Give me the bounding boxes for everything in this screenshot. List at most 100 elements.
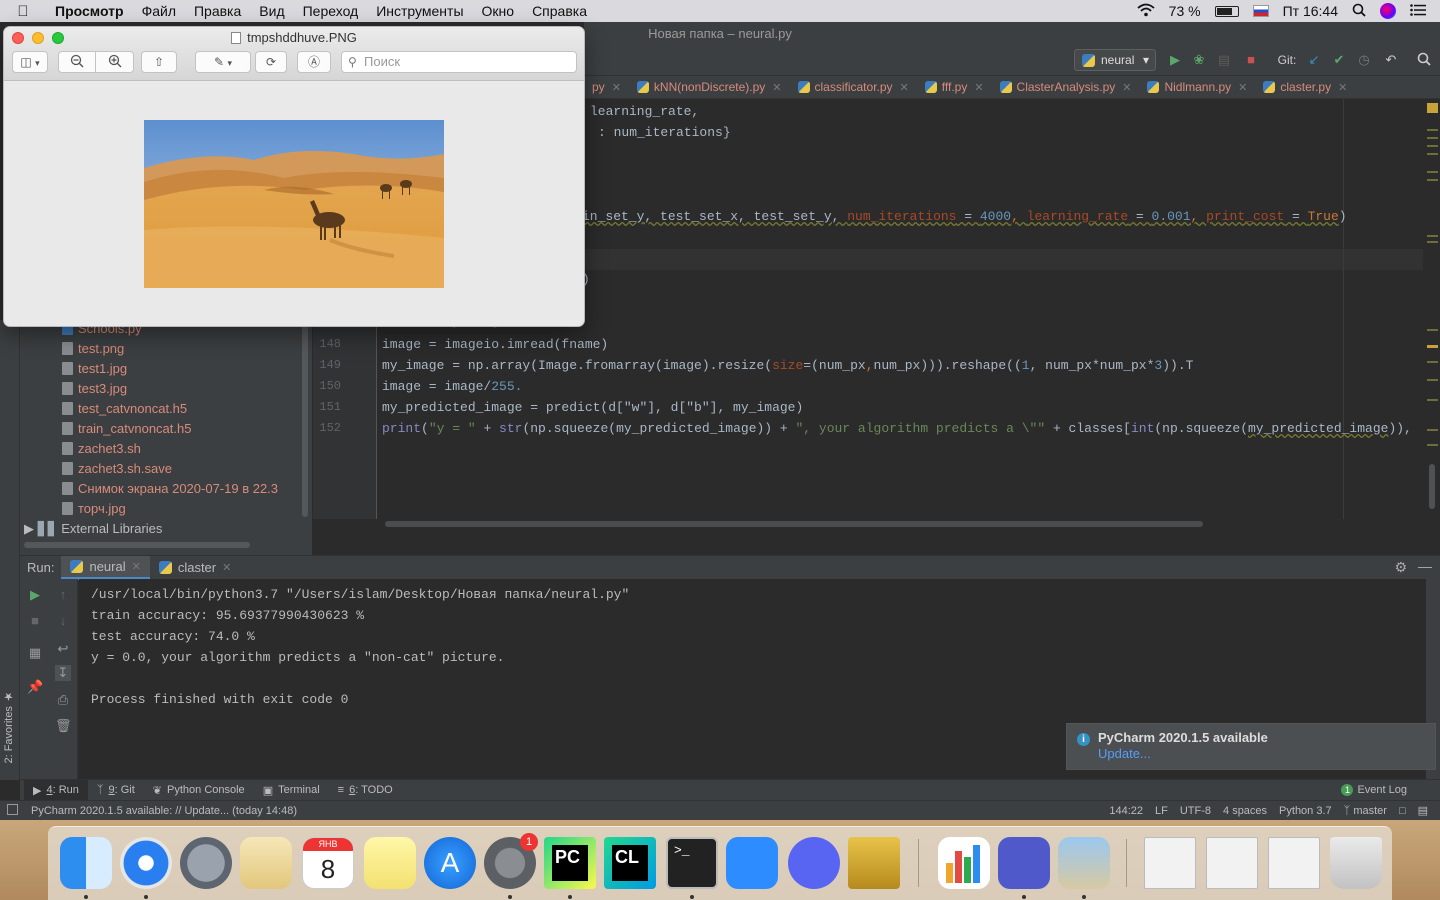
tab-classificator[interactable]: classificator.py ✕: [790, 76, 917, 98]
menu-window[interactable]: Окно: [473, 3, 524, 19]
marker[interactable]: [1427, 379, 1438, 381]
marker[interactable]: [1427, 241, 1438, 243]
run-icon[interactable]: ▶: [1167, 52, 1183, 68]
marker[interactable]: [1427, 361, 1438, 363]
close-icon[interactable]: ✕: [222, 561, 231, 574]
safari-icon[interactable]: [120, 837, 172, 889]
battery-percent[interactable]: 73 %: [1169, 3, 1201, 19]
menu-tools[interactable]: Инструменты: [367, 3, 472, 19]
update-link[interactable]: Update...: [1098, 746, 1435, 761]
chevron-right-icon[interactable]: ▶: [24, 521, 34, 536]
tree-item-external-libraries[interactable]: ▶ ▋▋ External Libraries: [24, 521, 162, 537]
clion-icon[interactable]: CL: [604, 837, 656, 889]
zoom-out-button[interactable]: [58, 51, 96, 73]
menu-go[interactable]: Переход: [294, 3, 368, 19]
stop-icon[interactable]: ■: [1243, 52, 1259, 68]
marker[interactable]: [1427, 129, 1438, 131]
wifi-icon[interactable]: [1137, 3, 1155, 20]
document-stack-icon[interactable]: [1206, 837, 1258, 889]
input-source-flag-icon[interactable]: [1252, 5, 1269, 17]
rotate-button[interactable]: ⟳: [255, 51, 287, 73]
tool-window-todo[interactable]: ≡ 6: TODO: [329, 780, 402, 801]
tree-item[interactable]: zachet3.sh: [62, 441, 141, 456]
trash-icon[interactable]: 🗑: [55, 718, 72, 734]
archive-utility-icon[interactable]: [848, 837, 900, 889]
run-tab-neural[interactable]: neural ✕: [61, 555, 150, 580]
calendar-icon[interactable]: ЯНВ 8: [302, 837, 354, 889]
line-separator[interactable]: LF: [1155, 805, 1168, 817]
pin-icon[interactable]: 📌: [27, 679, 43, 695]
marker[interactable]: [1427, 137, 1438, 139]
preview-app-icon[interactable]: [1058, 837, 1110, 889]
minimize-icon[interactable]: —: [1418, 558, 1432, 574]
indent-setting[interactable]: 4 spaces: [1223, 805, 1267, 817]
scroll-up-icon[interactable]: ↑: [55, 587, 71, 603]
discord-icon[interactable]: [788, 837, 840, 889]
marker[interactable]: [1427, 429, 1438, 431]
layout-icon[interactable]: ▦: [27, 645, 43, 661]
marker[interactable]: [1427, 179, 1438, 181]
warning-marker[interactable]: [1427, 103, 1438, 113]
clock[interactable]: Пт 16:44: [1283, 3, 1338, 19]
menu-app[interactable]: Просмотр: [46, 3, 133, 19]
numbers-icon[interactable]: [938, 837, 990, 889]
run-tab-claster[interactable]: claster ✕: [150, 556, 241, 580]
menu-edit[interactable]: Правка: [185, 3, 250, 19]
tree-item[interactable]: zachet3.sh.save: [62, 461, 172, 476]
document-stack-icon[interactable]: [1268, 837, 1320, 889]
memory-indicator-icon[interactable]: ▤: [1418, 804, 1428, 817]
marker[interactable]: [1427, 399, 1438, 401]
caret-position[interactable]: 144:22: [1109, 805, 1143, 817]
battery-icon[interactable]: [1214, 5, 1239, 17]
zoom-in-button[interactable]: [96, 51, 134, 73]
share-button[interactable]: ⇧: [141, 51, 177, 73]
launchpad-icon[interactable]: [180, 837, 232, 889]
close-icon[interactable]: ✕: [974, 81, 983, 94]
tool-window-run[interactable]: ▶ 4: Run: [24, 779, 88, 801]
markup-toolbar-button[interactable]: Ⓐ: [297, 51, 331, 73]
favorites-tool-button[interactable]: 2: Favorites ★: [2, 690, 15, 764]
git-commit-icon[interactable]: ✔: [1331, 52, 1347, 68]
trash-icon[interactable]: [1330, 837, 1382, 889]
marker[interactable]: [1427, 171, 1438, 173]
python-interpreter[interactable]: Python 3.7: [1279, 805, 1332, 817]
error-stripe[interactable]: [1425, 99, 1440, 519]
pages-icon[interactable]: [240, 837, 292, 889]
scroll-down-icon[interactable]: ↓: [55, 613, 71, 629]
marker[interactable]: [1427, 235, 1438, 237]
rerun-icon[interactable]: ▶: [27, 587, 43, 603]
close-icon[interactable]: ✕: [900, 81, 909, 94]
editor-horizontal-scrollbar[interactable]: [385, 521, 1203, 527]
close-icon[interactable]: ✕: [1122, 81, 1131, 94]
status-message[interactable]: PyCharm 2020.1.5 available: // Update...…: [31, 805, 1109, 817]
gear-icon[interactable]: ⚙: [1394, 559, 1407, 576]
close-icon[interactable]: ✕: [612, 81, 621, 94]
run-configuration-select[interactable]: neural ▾: [1074, 49, 1156, 71]
tab-claster[interactable]: claster.py ✕: [1255, 76, 1355, 98]
menu-view[interactable]: Вид: [250, 3, 293, 19]
markup-button[interactable]: ✎ ▾: [195, 51, 251, 73]
menu-file[interactable]: Файл: [133, 3, 185, 19]
finder-icon[interactable]: [60, 837, 112, 889]
tab-fff[interactable]: fff.py ✕: [917, 76, 992, 98]
app-store-icon[interactable]: A: [424, 837, 476, 889]
siri-icon[interactable]: [1380, 3, 1396, 19]
terminal-icon[interactable]: >_: [666, 837, 718, 889]
apple-menu-icon[interactable]: : [0, 3, 46, 20]
tool-windows-toggle-icon[interactable]: [7, 804, 18, 815]
soft-wrap-icon[interactable]: ↩: [55, 641, 71, 657]
project-tree[interactable]: Schools.py test.png test1.jpg test3.jpg …: [20, 320, 312, 555]
close-icon[interactable]: ✕: [132, 560, 141, 573]
document-stack-icon[interactable]: [1144, 837, 1196, 889]
scroll-to-end-icon[interactable]: ↧: [55, 665, 71, 681]
tree-item[interactable]: test1.jpg: [62, 361, 127, 376]
warning-marker[interactable]: [1427, 345, 1438, 348]
tab-knn[interactable]: kNN(nonDiscrete).py ✕: [629, 76, 790, 98]
search-everywhere-icon[interactable]: [1416, 52, 1432, 68]
spotlight-search-icon[interactable]: [1352, 3, 1366, 20]
notes-icon[interactable]: [364, 837, 416, 889]
git-history-icon[interactable]: ◷: [1356, 52, 1372, 68]
tree-vertical-scrollbar[interactable]: [302, 320, 308, 517]
tab-claster-analysis[interactable]: ClasterAnalysis.py ✕: [992, 76, 1140, 98]
tree-item[interactable]: train_catvnoncat.h5: [62, 421, 191, 436]
